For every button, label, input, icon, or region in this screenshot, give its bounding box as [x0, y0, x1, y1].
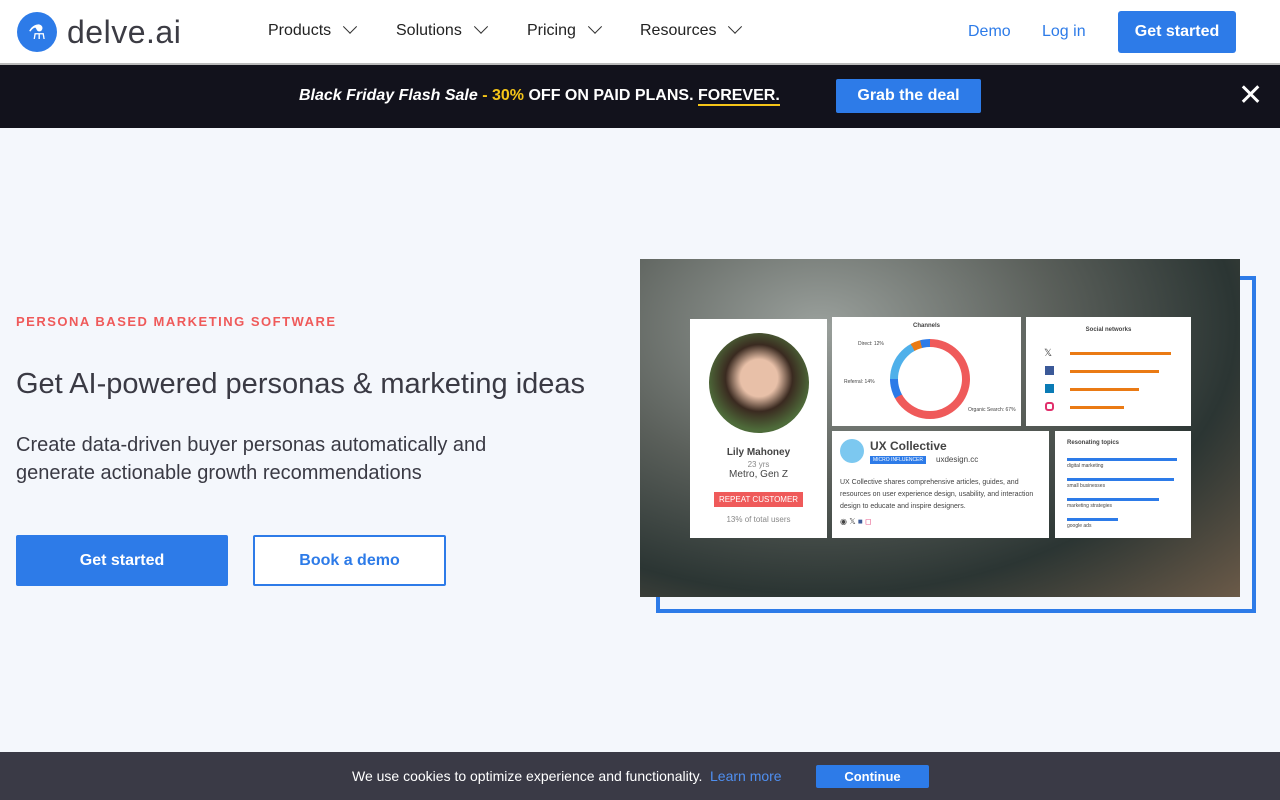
topics-card: Resonating topics digital marketing small…: [1055, 431, 1191, 538]
promo-lead: Black Friday Flash Sale: [299, 87, 478, 104]
influencer-card: UX Collective MICRO INFLUENCER uxdesign.…: [832, 431, 1049, 538]
topic-label: marketing strategies: [1067, 503, 1113, 509]
topic-label: digital marketing: [1067, 463, 1104, 469]
persona-name: Lily Mahoney: [726, 447, 791, 458]
channels-direct: Direct: 12%: [858, 341, 884, 347]
get-started-button[interactable]: Get started: [1118, 11, 1236, 53]
chevron-down-icon: [343, 19, 358, 34]
influencer-avatar: [840, 439, 864, 463]
topic-label: small businesses: [1067, 483, 1106, 489]
influencer-tag: MICRO INFLUENCER: [870, 456, 927, 464]
promo-dash: -: [482, 87, 488, 104]
demo-link[interactable]: Demo: [968, 23, 1011, 41]
persona-segment: Metro, Gen Z: [729, 469, 788, 480]
nav-label: Pricing: [527, 22, 576, 39]
social-bar: [1070, 370, 1160, 373]
learn-more-link[interactable]: Learn more: [710, 768, 782, 784]
hero-image: Lily Mahoney 23 yrs Metro, Gen Z REPEAT …: [640, 259, 1240, 597]
channels-card: Channels Direct: 12% Referral: 14% Organ…: [832, 317, 1021, 426]
promo-percent: 30%: [491, 87, 525, 104]
nav-resources[interactable]: Resources: [640, 19, 743, 40]
nav-label: Resources: [640, 22, 717, 39]
promo-forever: FOREVER.: [697, 87, 780, 106]
chevron-down-icon: [728, 19, 743, 34]
social-title: Social networks: [1085, 327, 1132, 333]
hero-eyebrow: PERSONA BASED MARKETING SOFTWARE: [16, 314, 337, 329]
topic-bar: [1067, 518, 1118, 521]
cookie-text: We use cookies to optimize experience an…: [352, 768, 703, 784]
social-bar: [1070, 352, 1171, 355]
influencer-name: UX Collective: [870, 439, 947, 453]
nav-label: Products: [268, 22, 332, 39]
continue-button[interactable]: Continue: [816, 765, 929, 788]
hero-subtitle: Create data-driven buyer personas automa…: [16, 434, 487, 484]
close-icon[interactable]: ✕: [1238, 81, 1263, 111]
nav-products[interactable]: Products: [268, 19, 358, 40]
persona-age: 23 yrs: [747, 460, 770, 469]
cookie-bar: We use cookies to optimize experience an…: [0, 752, 1280, 800]
promo-text: Black Friday Flash Sale - 30% OFF ON PAI…: [299, 87, 780, 106]
promo-banner: Black Friday Flash Sale - 30% OFF ON PAI…: [0, 65, 1280, 128]
social-bar: [1070, 406, 1125, 409]
topic-label: google ads: [1067, 523, 1092, 529]
channels-donut: [890, 339, 970, 419]
grab-deal-button[interactable]: Grab the deal: [836, 79, 981, 113]
persona-share: 13% of total users: [726, 515, 791, 524]
facebook-icon: [1045, 366, 1054, 375]
hero-title: Get AI-powered personas & marketing idea…: [16, 368, 586, 400]
nav-pricing[interactable]: Pricing: [527, 19, 602, 40]
social-bar: [1070, 388, 1139, 391]
persona-avatar: [708, 333, 809, 433]
nav-label: Solutions: [396, 22, 462, 39]
topic-bar: [1067, 478, 1174, 481]
influencer-site: uxdesign.cc: [936, 455, 979, 464]
instagram-icon: [1045, 402, 1054, 411]
top-nav: ⚗ delve.ai Products Solutions Pricing Re…: [0, 0, 1280, 65]
influencer-social-icons: ◉ 𝕏 ■ ◻: [840, 517, 872, 526]
linkedin-icon: [1045, 384, 1054, 393]
influencer-desc: UX Collective shares comprehensive artic…: [840, 479, 1034, 510]
nav-solutions[interactable]: Solutions: [396, 19, 488, 40]
hero-get-started-button[interactable]: Get started: [16, 535, 228, 586]
channels-organic: Organic Search: 67%: [968, 407, 1016, 413]
social-card: Social networks 𝕏: [1026, 317, 1191, 426]
book-demo-button[interactable]: Book a demo: [253, 535, 446, 586]
promo-off: OFF ON PAID PLANS.: [528, 87, 694, 104]
chevron-down-icon: [473, 19, 488, 34]
login-link[interactable]: Log in: [1042, 23, 1086, 41]
persona-badge: REPEAT CUSTOMER: [713, 492, 804, 507]
logo[interactable]: ⚗ delve.ai: [17, 12, 181, 52]
chevron-down-icon: [587, 19, 602, 34]
channels-title: Channels: [912, 323, 940, 329]
x-icon: 𝕏: [1044, 348, 1053, 359]
topic-bar: [1067, 458, 1177, 461]
topics-title: Resonating topics: [1067, 440, 1120, 446]
channels-referral: Referral: 14%: [844, 379, 875, 385]
persona-card: Lily Mahoney 23 yrs Metro, Gen Z REPEAT …: [690, 319, 827, 538]
topic-bar: [1067, 498, 1160, 501]
microscope-icon: ⚗: [17, 12, 57, 52]
brand-name: delve.ai: [67, 13, 182, 50]
